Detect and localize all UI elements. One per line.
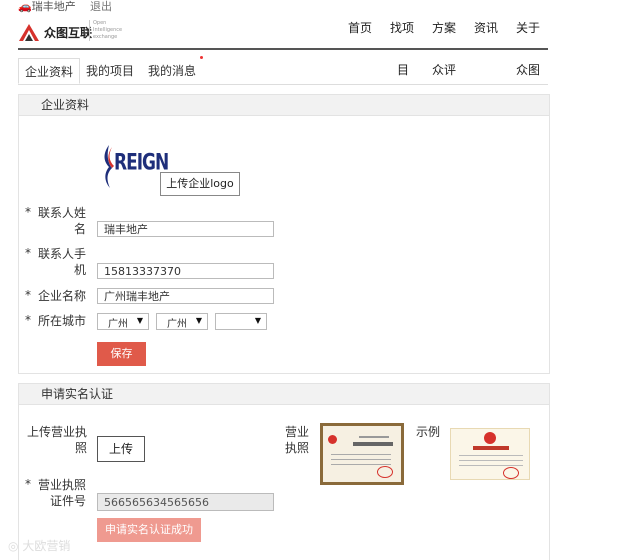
city-select[interactable]: 广州 ▼ [156, 313, 208, 330]
nav-news[interactable]: 资讯 [474, 19, 498, 36]
company-name-label: 企业名称 [38, 289, 87, 303]
example-license-image [450, 428, 530, 480]
header: 众图互联 Open Intelligence exchange 首页 找项 方案… [18, 16, 548, 50]
nav-solution[interactable]: 方案 [432, 19, 456, 36]
current-user[interactable]: 🚗瑞丰地产 [18, 0, 76, 14]
top-bar: 🚗瑞丰地产 退出 [0, 0, 640, 14]
nav-about[interactable]: 关于 [516, 19, 540, 36]
required-star: * [25, 246, 31, 260]
required-star: * [25, 477, 31, 491]
contact-name-input[interactable]: 瑞丰地产 [97, 221, 274, 237]
required-star: * [25, 205, 31, 219]
subnav-crowd-map[interactable]: 众图 [516, 61, 540, 78]
chevron-down-icon: ▼ [195, 316, 202, 325]
required-star: * [25, 313, 31, 327]
district-select[interactable]: ▼ [215, 313, 267, 330]
cert-number-label: 营业执照 证件号 [37, 478, 86, 508]
logout-link[interactable]: 退出 [90, 0, 112, 14]
verify-section-title: 申请实名认证 [19, 384, 549, 405]
chevron-down-icon: ▼ [254, 316, 261, 325]
company-logo-image: REIGN [100, 143, 169, 189]
save-button[interactable]: 保存 [97, 342, 146, 366]
contact-phone-label: 联系人手 机 [38, 247, 87, 277]
message-dot [200, 56, 203, 59]
logo-name-cn: 众图互联 [44, 26, 93, 40]
tab-company-profile[interactable]: 企业资料 [18, 58, 81, 84]
license-label: 营业 执照 [285, 425, 310, 455]
province-select[interactable]: 广州 ▼ [97, 313, 149, 330]
city-label: 所在城市 [38, 314, 87, 328]
watermark-logo-icon: ◎ [8, 539, 19, 553]
site-logo[interactable]: 众图互联 Open Intelligence exchange [18, 20, 128, 46]
tab-my-messages[interactable]: 我的消息 [148, 58, 196, 83]
contact-phone-input[interactable]: 15813337370 [97, 263, 274, 279]
cert-number-input[interactable]: 566565634565656 [97, 493, 274, 511]
subnav-review[interactable]: 众评 [432, 61, 456, 78]
logo-name-en: Open Intelligence exchange [89, 20, 133, 41]
nav-home[interactable]: 首页 [348, 19, 372, 36]
watermark: ◎ 大欧营销 [8, 539, 71, 553]
submit-verify-button[interactable]: 申请实名认证成功 [97, 518, 201, 542]
tab-my-projects[interactable]: 我的项目 [86, 58, 134, 83]
upload-license-label: 上传营业执 照 [26, 425, 87, 455]
subnav-project[interactable]: 目 [397, 61, 409, 78]
logo-mark-icon [19, 24, 39, 41]
company-name-input[interactable]: 广州瑞丰地产 [97, 288, 274, 304]
upload-license-button[interactable]: 上传 [97, 436, 145, 462]
nav-find-project[interactable]: 找项 [390, 19, 414, 36]
tab-bar: 企业资料 我的项目 我的消息 目 众评 众图 [18, 56, 548, 85]
contact-name-label: 联系人姓 名 [38, 206, 87, 236]
example-label: 示例 [416, 425, 441, 439]
chevron-down-icon: ▼ [136, 316, 143, 325]
required-star: * [25, 288, 31, 302]
upload-logo-button[interactable]: 上传企业logo [160, 172, 240, 196]
uploaded-license-image [320, 423, 404, 485]
company-section-title: 企业资料 [19, 95, 549, 116]
